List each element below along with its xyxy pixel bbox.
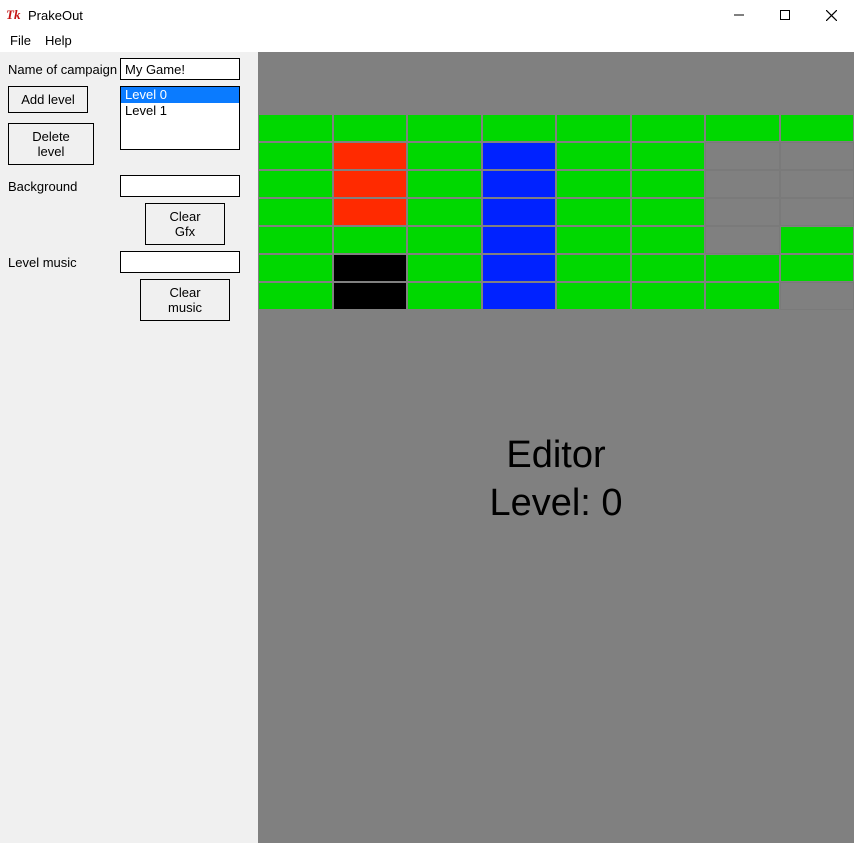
brick[interactable] xyxy=(334,283,407,309)
brick-row xyxy=(258,226,854,254)
brick[interactable] xyxy=(259,143,332,169)
brick-row xyxy=(258,170,854,198)
brick[interactable] xyxy=(408,143,481,169)
brick-row xyxy=(258,142,854,170)
brick[interactable] xyxy=(483,283,556,309)
brick[interactable] xyxy=(408,199,481,225)
brick[interactable] xyxy=(781,227,854,253)
brick[interactable] xyxy=(259,227,332,253)
brick[interactable] xyxy=(483,115,556,141)
brick[interactable] xyxy=(334,143,407,169)
clear-gfx-button[interactable]: Clear Gfx xyxy=(145,203,225,245)
levels-listbox[interactable]: Level 0Level 1 xyxy=(120,86,240,150)
brick[interactable] xyxy=(705,170,780,198)
brick[interactable] xyxy=(706,283,779,309)
delete-level-button[interactable]: Delete level xyxy=(8,123,94,165)
brick[interactable] xyxy=(483,171,556,197)
level-music-input[interactable] xyxy=(120,251,240,273)
brick[interactable] xyxy=(632,143,705,169)
brick-row xyxy=(258,282,854,310)
brick[interactable] xyxy=(781,115,854,141)
brick-row xyxy=(258,254,854,282)
titlebar: Tk PrakeOut xyxy=(0,0,854,30)
brick[interactable] xyxy=(780,170,854,198)
menubar: File Help xyxy=(0,30,854,52)
maximize-button[interactable] xyxy=(762,0,808,30)
close-button[interactable] xyxy=(808,0,854,30)
editor-title-line1: Editor xyxy=(258,432,854,480)
brick[interactable] xyxy=(259,283,332,309)
brick[interactable] xyxy=(557,199,630,225)
brick[interactable] xyxy=(780,198,854,226)
brick[interactable] xyxy=(557,255,630,281)
brick[interactable] xyxy=(705,226,780,254)
campaign-name-input[interactable] xyxy=(120,58,240,80)
brick[interactable] xyxy=(780,142,854,170)
brick[interactable] xyxy=(259,255,332,281)
brick[interactable] xyxy=(334,171,407,197)
brick[interactable] xyxy=(408,283,481,309)
editor-overlay-text: Editor Level: 0 xyxy=(258,432,854,527)
brick-row xyxy=(258,114,854,142)
sidebar: Name of campaign Add level Delete level … xyxy=(0,52,258,843)
brick[interactable] xyxy=(557,171,630,197)
brick[interactable] xyxy=(408,255,481,281)
brick[interactable] xyxy=(334,115,407,141)
brick[interactable] xyxy=(557,283,630,309)
brick[interactable] xyxy=(259,199,332,225)
brick[interactable] xyxy=(334,227,407,253)
minimize-button[interactable] xyxy=(716,0,762,30)
level-music-label: Level music xyxy=(8,251,120,270)
brick-row xyxy=(258,198,854,226)
brick[interactable] xyxy=(259,115,332,141)
brick[interactable] xyxy=(483,199,556,225)
brick[interactable] xyxy=(781,255,854,281)
brick[interactable] xyxy=(408,115,481,141)
brick[interactable] xyxy=(408,171,481,197)
brick[interactable] xyxy=(632,199,705,225)
brick[interactable] xyxy=(483,227,556,253)
brick[interactable] xyxy=(632,255,705,281)
app-icon: Tk xyxy=(6,7,22,23)
brick[interactable] xyxy=(557,115,630,141)
brick[interactable] xyxy=(408,227,481,253)
level-list-item[interactable]: Level 1 xyxy=(121,103,239,119)
brick[interactable] xyxy=(706,255,779,281)
window-buttons xyxy=(716,0,854,30)
brick[interactable] xyxy=(557,227,630,253)
brick-grid[interactable] xyxy=(258,114,854,310)
brick[interactable] xyxy=(632,171,705,197)
editor-title-line2: Level: 0 xyxy=(258,480,854,528)
menu-help[interactable]: Help xyxy=(41,31,82,50)
brick[interactable] xyxy=(706,115,779,141)
brick[interactable] xyxy=(780,282,854,310)
window-title: PrakeOut xyxy=(28,8,716,23)
brick[interactable] xyxy=(483,255,556,281)
brick[interactable] xyxy=(259,171,332,197)
brick[interactable] xyxy=(557,143,630,169)
brick[interactable] xyxy=(632,115,705,141)
menu-file[interactable]: File xyxy=(6,31,41,50)
level-list-item[interactable]: Level 0 xyxy=(121,87,239,103)
brick[interactable] xyxy=(705,142,780,170)
editor-canvas[interactable]: Editor Level: 0 xyxy=(258,52,854,843)
add-level-button[interactable]: Add level xyxy=(8,86,88,113)
campaign-name-label: Name of campaign xyxy=(8,58,120,77)
clear-music-button[interactable]: Clear music xyxy=(140,279,230,321)
background-label: Background xyxy=(8,175,120,194)
brick[interactable] xyxy=(483,143,556,169)
content: Name of campaign Add level Delete level … xyxy=(0,52,854,843)
background-input[interactable] xyxy=(120,175,240,197)
brick[interactable] xyxy=(334,199,407,225)
brick[interactable] xyxy=(705,198,780,226)
brick[interactable] xyxy=(334,255,407,281)
brick[interactable] xyxy=(632,283,705,309)
brick[interactable] xyxy=(632,227,705,253)
